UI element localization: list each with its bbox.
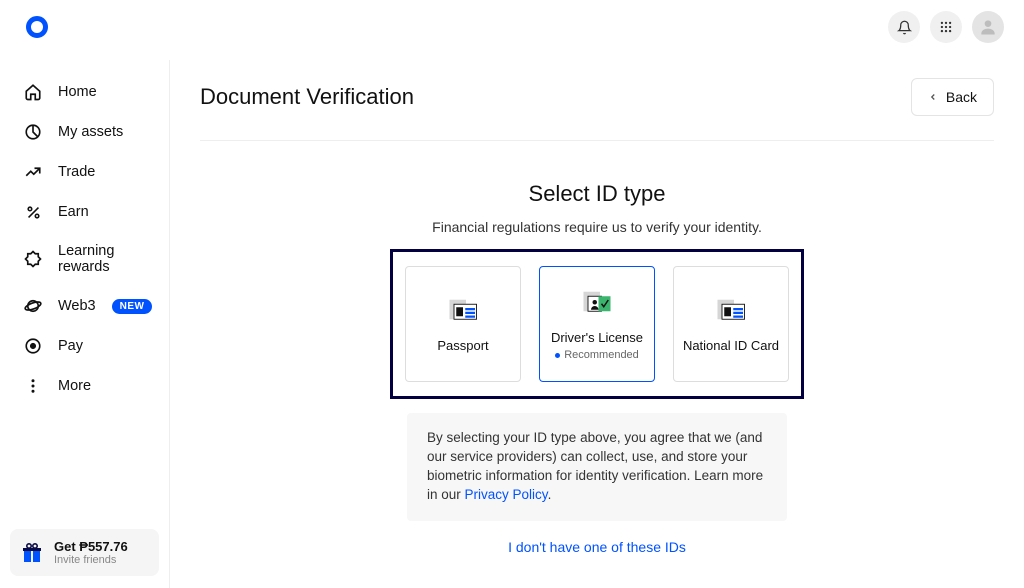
sidebar-item-label: Web3 — [58, 298, 96, 314]
select-id-title: Select ID type — [200, 181, 994, 207]
license-icon — [582, 291, 612, 320]
more-icon — [24, 377, 42, 395]
sidebar-item-label: Learning rewards — [58, 243, 149, 275]
main-content: Document Verification Back Select ID typ… — [170, 54, 1024, 588]
page-header: Document Verification Back — [200, 78, 994, 141]
back-label: Back — [946, 89, 977, 105]
id-option-label: National ID Card — [683, 338, 779, 353]
sidebar: Home My assets Trade Earn Learning rewar… — [0, 60, 170, 588]
sidebar-item-label: Trade — [58, 164, 95, 180]
trade-icon — [24, 163, 42, 181]
passport-icon — [448, 299, 478, 328]
planet-icon — [24, 297, 42, 315]
id-option-label: Passport — [437, 338, 488, 353]
sidebar-item-earn[interactable]: Earn — [0, 192, 169, 232]
topbar — [0, 0, 1024, 54]
disclaimer-box: By selecting your ID type above, you agr… — [407, 413, 787, 521]
referral-subtitle: Invite friends — [54, 554, 128, 566]
topbar-actions — [888, 11, 1004, 43]
select-id-subtitle: Financial regulations require us to veri… — [200, 219, 994, 235]
referral-title: Get ₱557.76 — [54, 539, 128, 554]
sidebar-item-assets[interactable]: My assets — [0, 112, 169, 152]
user-icon — [978, 17, 998, 37]
id-option-national-id[interactable]: National ID Card — [673, 266, 789, 382]
disclaimer-post: . — [548, 487, 552, 502]
page-title: Document Verification — [200, 84, 414, 110]
apps-button[interactable] — [930, 11, 962, 43]
sidebar-item-label: Home — [58, 84, 97, 100]
id-option-passport[interactable]: Passport — [405, 266, 521, 382]
coin-icon — [24, 337, 42, 355]
sidebar-item-pay[interactable]: Pay — [0, 326, 169, 366]
percent-icon — [24, 203, 42, 221]
id-option-drivers-license[interactable]: Driver's License Recommended — [539, 266, 655, 382]
sidebar-item-label: My assets — [58, 124, 123, 140]
sidebar-item-learning[interactable]: Learning rewards — [0, 232, 169, 286]
chevron-left-icon — [928, 91, 938, 103]
home-icon — [24, 83, 42, 101]
gift-icon — [20, 541, 44, 565]
sidebar-item-label: Pay — [58, 338, 83, 354]
referral-card[interactable]: Get ₱557.76 Invite friends — [10, 529, 159, 576]
avatar[interactable] — [972, 11, 1004, 43]
id-options-highlight: Passport Driver's License Recommended Na… — [390, 249, 804, 399]
grid-icon — [939, 20, 953, 34]
id-options: Passport Driver's License Recommended Na… — [405, 266, 789, 382]
back-button[interactable]: Back — [911, 78, 994, 116]
national-id-icon — [716, 299, 746, 328]
sidebar-item-home[interactable]: Home — [0, 72, 169, 112]
privacy-policy-link[interactable]: Privacy Policy — [465, 487, 548, 502]
pie-icon — [24, 123, 42, 141]
verify-panel: Select ID type Financial regulations req… — [200, 181, 994, 557]
sidebar-item-label: Earn — [58, 204, 89, 220]
sidebar-item-web3[interactable]: Web3 NEW — [0, 286, 169, 326]
notifications-button[interactable] — [888, 11, 920, 43]
badge-icon — [24, 250, 42, 268]
id-option-label: Driver's License — [551, 330, 643, 345]
recommended-label: Recommended — [555, 349, 639, 361]
sidebar-item-label: More — [58, 378, 91, 394]
new-badge: NEW — [112, 299, 153, 314]
sidebar-item-trade[interactable]: Trade — [0, 152, 169, 192]
no-id-link[interactable]: I don't have one of these IDs — [508, 539, 686, 555]
sidebar-item-more[interactable]: More — [0, 366, 169, 406]
bell-icon — [897, 20, 912, 35]
brand-logo[interactable] — [26, 16, 48, 38]
